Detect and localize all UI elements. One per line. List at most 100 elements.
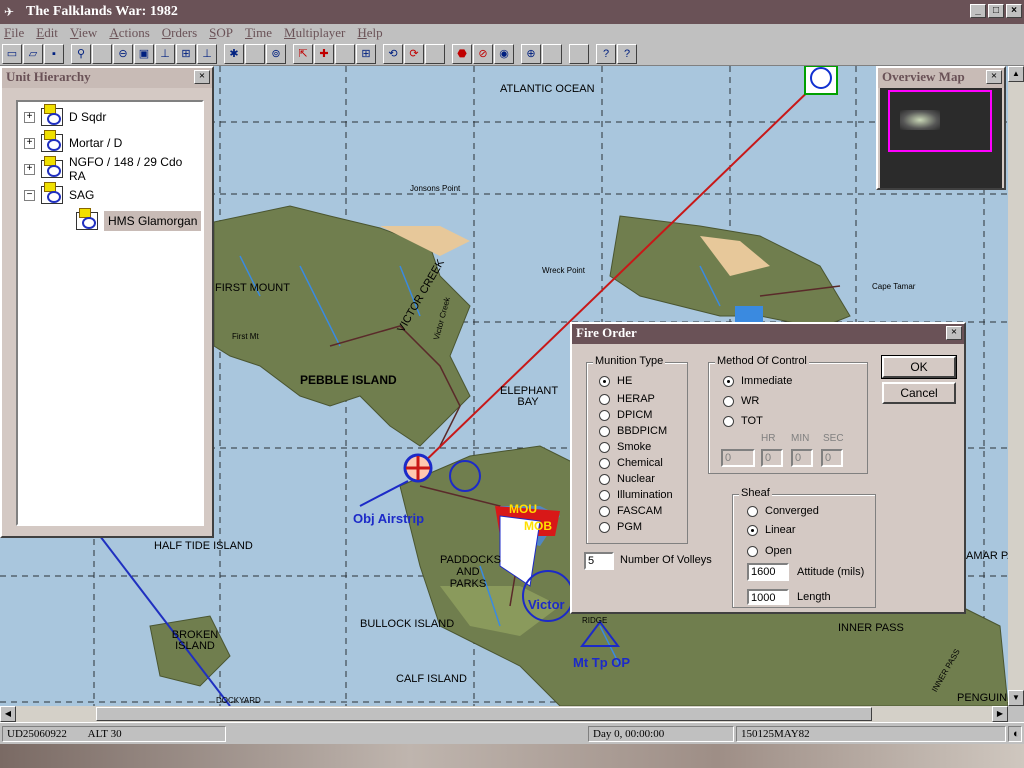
munition-chemical[interactable]: Chemical	[599, 457, 663, 469]
grid-icon[interactable]: ⊞	[356, 43, 376, 64]
binoculars-icon[interactable]: ⚲	[71, 43, 91, 64]
expand-icon[interactable]: +	[24, 163, 35, 175]
tree-item-mortar[interactable]: + Mortar / D	[24, 130, 122, 154]
radio-icon[interactable]	[723, 395, 734, 407]
time-sec-field[interactable]: 0	[821, 449, 843, 467]
expand-icon[interactable]: +	[24, 137, 35, 149]
menu-edit[interactable]: Edit	[36, 25, 58, 41]
menu-multiplayer[interactable]: Multiplayer	[284, 25, 345, 41]
cancel-icon[interactable]: ⊘	[473, 43, 493, 64]
radio-icon[interactable]	[599, 505, 610, 517]
munition-fascam[interactable]: FASCAM	[599, 505, 662, 517]
menu-orders[interactable]: Orders	[162, 25, 197, 41]
radio-icon[interactable]	[599, 409, 610, 421]
blank3-icon[interactable]	[335, 43, 355, 64]
whatsthis-icon[interactable]: ?	[617, 43, 637, 64]
radio-icon[interactable]	[599, 489, 610, 501]
munition-illumination[interactable]: Illumination	[599, 489, 673, 501]
scroll-down-icon[interactable]: ▼	[1008, 690, 1024, 706]
scroll-right-icon[interactable]: ▶	[992, 706, 1008, 722]
radio-icon[interactable]	[599, 457, 610, 469]
tree-item-ngfo[interactable]: + NGFO / 148 / 29 Cdo RA	[24, 155, 202, 183]
org2-icon[interactable]: ⊥	[197, 43, 217, 64]
help-icon[interactable]: ?	[596, 43, 616, 64]
unit-tree[interactable]: + D Sqdr + Mortar / D + NGFO / 148 / 29 …	[16, 100, 204, 526]
radio-icon[interactable]	[747, 545, 758, 557]
time-min-field[interactable]: 0	[791, 449, 813, 467]
save-icon[interactable]: ▪	[44, 43, 64, 64]
cancel-button[interactable]: Cancel	[882, 382, 956, 404]
radio-icon[interactable]	[723, 375, 734, 387]
radio-icon[interactable]	[599, 425, 610, 437]
move-icon[interactable]: ⇱	[293, 43, 313, 64]
munition-pgm[interactable]: PGM	[599, 521, 642, 533]
tree-item-d-sqdr[interactable]: + D Sqdr	[24, 104, 106, 128]
target-icon[interactable]: ⊕	[521, 43, 541, 64]
eye-icon[interactable]: ◉	[494, 43, 514, 64]
munition-dpicm[interactable]: DPICM	[599, 409, 652, 421]
radio-icon[interactable]	[723, 415, 734, 427]
blank2-icon[interactable]	[245, 43, 265, 64]
overview-map-close-button[interactable]: ×	[986, 70, 1002, 84]
sheaf-linear[interactable]: Linear	[747, 524, 796, 536]
moc-immediate[interactable]: Immediate	[723, 375, 792, 387]
select-icon[interactable]: ▣	[134, 43, 154, 64]
blank5-icon[interactable]	[542, 43, 562, 64]
munition-bbdpicm[interactable]: BBDPICM	[599, 425, 667, 437]
length-input[interactable]: 1000	[747, 589, 789, 605]
moc-wr[interactable]: WR	[723, 395, 759, 407]
tree-item-sag[interactable]: − SAG	[24, 182, 94, 206]
minimize-button[interactable]: _	[970, 4, 986, 18]
close-button[interactable]: ×	[1006, 4, 1022, 18]
scroll-up-icon[interactable]: ▲	[1008, 66, 1024, 82]
fire-order-close-button[interactable]: ×	[946, 326, 962, 340]
menu-file[interactable]: File	[4, 25, 24, 41]
app-icon[interactable]: ✈	[4, 5, 22, 19]
new-icon[interactable]: ▭	[2, 43, 22, 64]
radio-icon[interactable]	[599, 375, 610, 387]
radio-icon[interactable]	[599, 441, 610, 453]
maximize-button[interactable]: □	[988, 4, 1004, 18]
cycle-icon[interactable]: ⟲	[383, 43, 403, 64]
radio-icon[interactable]	[599, 521, 610, 533]
sheaf-converged[interactable]: Converged	[747, 505, 819, 517]
zoom-icon[interactable]: ⊖	[113, 43, 133, 64]
munition-herap[interactable]: HERAP	[599, 393, 655, 405]
tree-item-hms-glamorgan[interactable]: HMS Glamorgan	[76, 208, 202, 232]
org-icon[interactable]: ⊞	[176, 43, 196, 64]
horizontal-scroll-thumb[interactable]	[96, 707, 872, 721]
moc-tot[interactable]: TOT	[723, 415, 763, 427]
menu-help[interactable]: Help	[357, 25, 382, 41]
time-hr-field[interactable]: 0	[761, 449, 783, 467]
unit-hierarchy-close-button[interactable]: ×	[194, 70, 210, 84]
attitude-input[interactable]: 1600	[747, 563, 789, 581]
volleys-input[interactable]: 5	[584, 552, 614, 570]
sheaf-open[interactable]: Open	[747, 545, 792, 557]
cycle2-icon[interactable]: ⟳	[404, 43, 424, 64]
menu-time[interactable]: Time	[245, 25, 272, 41]
open-icon[interactable]: ▱	[23, 43, 43, 64]
munition-he[interactable]: HE	[599, 375, 632, 387]
munition-nuclear[interactable]: Nuclear	[599, 473, 655, 485]
menu-actions[interactable]: Actions	[109, 25, 149, 41]
add-icon[interactable]: ✚	[314, 43, 334, 64]
menu-view[interactable]: View	[70, 25, 97, 41]
radio-icon[interactable]	[747, 505, 758, 517]
time-day-field[interactable]: 0	[721, 449, 755, 467]
munition-smoke[interactable]: Smoke	[599, 441, 651, 453]
blank4-icon[interactable]	[425, 43, 445, 64]
radio-icon[interactable]	[747, 524, 758, 536]
radio-icon[interactable]	[599, 473, 610, 485]
radio-icon[interactable]	[599, 393, 610, 405]
stop-icon[interactable]: ⬣	[452, 43, 472, 64]
overview-map-canvas[interactable]	[880, 88, 1002, 188]
map-vertical-scrollbar[interactable]: ▲ ▼	[1008, 66, 1024, 706]
overview-viewport-frame[interactable]	[888, 90, 992, 152]
unit-icon[interactable]: ⊥	[155, 43, 175, 64]
blank-icon[interactable]	[92, 43, 112, 64]
menu-sop[interactable]: SOP	[209, 25, 233, 41]
clock-icon[interactable]: ⊚	[266, 43, 286, 64]
collapse-icon[interactable]: −	[24, 189, 35, 201]
sun-icon[interactable]: ✱	[224, 43, 244, 64]
blank6-icon[interactable]	[569, 43, 589, 64]
